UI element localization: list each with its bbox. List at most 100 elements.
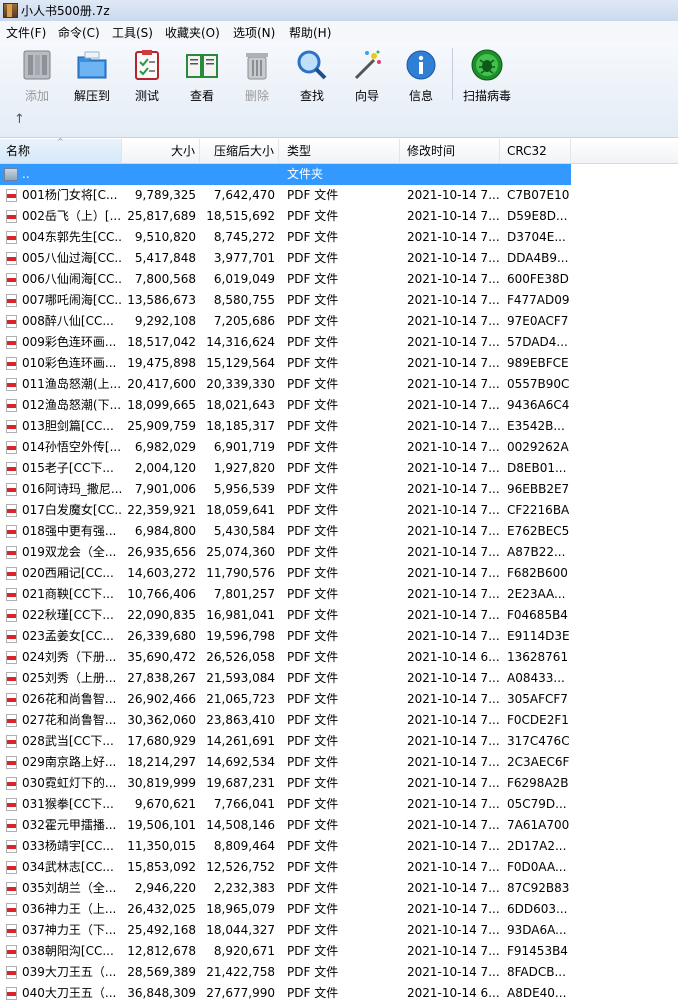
file-row[interactable]: 025刘秀（上册... 27,838,267 21,593,084 PDF 文件 202…	[0, 668, 571, 689]
file-row[interactable]: 016阿诗玛_撒尼... 7,901,006 5,956,539 PDF 文件 2021…	[0, 479, 571, 500]
file-row[interactable]: 014孙悟空外传[... 6,982,029 6,901,719 PDF 文件 2021…	[0, 437, 571, 458]
column-modified[interactable]: 修改时间	[400, 139, 500, 163]
file-row[interactable]: 012渔岛怒潮(下... 18,099,665 18,021,643 PDF 文件 20…	[0, 395, 571, 416]
pdf-file-icon	[6, 735, 17, 748]
file-row[interactable]: 030霓虹灯下的... 30,819,999 19,687,231 PDF 文件 202…	[0, 773, 571, 794]
window-title: 小人书500册.7z	[21, 4, 110, 18]
file-crc32: 7A61A700	[507, 818, 570, 832]
file-row[interactable]: 018强中更有强... 6,984,800 5,430,584 PDF 文件 2021-…	[0, 521, 571, 542]
delete-button[interactable]: 删除	[230, 46, 284, 106]
file-packed-size: 21,065,723	[206, 692, 275, 706]
file-crc32: 2D17A2...	[507, 839, 567, 853]
find-button[interactable]: 查找	[285, 46, 339, 106]
pdf-file-icon	[6, 966, 17, 979]
column-size-label: 大小	[170, 144, 195, 158]
file-row[interactable]: 008醉八仙[CC... 9,292,108 7,205,686 PDF 文件 2021…	[0, 311, 571, 332]
file-row[interactable]: 024刘秀（下册... 35,690,472 26,526,058 PDF 文件 202…	[0, 647, 571, 668]
file-row[interactable]: 036神力王（上... 26,432,025 18,965,079 PDF 文件 202…	[0, 899, 571, 920]
file-row[interactable]: 013胆剑篇[CC... 25,909,759 18,185,317 PDF 文件 20…	[0, 416, 571, 437]
menu-tools[interactable]: 工具(S)	[112, 24, 153, 41]
file-modified: 2021-10-14 7...	[407, 209, 500, 223]
column-size[interactable]: 大小	[122, 139, 200, 163]
view-button[interactable]: 查看	[175, 46, 229, 106]
file-row[interactable]: 022秋瑾[CC下... 22,090,835 16,981,041 PDF 文件 20…	[0, 605, 571, 626]
pdf-file-icon	[6, 483, 17, 496]
file-crc32: D3704E...	[507, 230, 566, 244]
file-name: 005八仙过海[CC...	[22, 251, 122, 265]
column-name[interactable]: 名称 ^	[0, 138, 122, 163]
file-crc32: CF2216BA	[507, 503, 570, 517]
file-modified: 2021-10-14 7...	[407, 797, 500, 811]
wizard-button[interactable]: 向导	[340, 46, 394, 106]
file-crc32: 2C3AEC6F	[507, 755, 570, 769]
file-size: 18,517,042	[127, 335, 196, 349]
menu-commands[interactable]: 命令(C)	[58, 24, 100, 41]
file-row[interactable]: 033杨靖宇[CC... 11,350,015 8,809,464 PDF 文件 202…	[0, 836, 571, 857]
file-row[interactable]: 027花和尚鲁智... 30,362,060 23,863,410 PDF 文件 202…	[0, 710, 571, 731]
file-row[interactable]: 032霍元甲擂播... 19,506,101 14,508,146 PDF 文件 202…	[0, 815, 571, 836]
file-modified: 2021-10-14 7...	[407, 671, 500, 685]
test-label: 测试	[134, 89, 159, 103]
up-folder-arrow-icon[interactable]: ↑	[14, 112, 25, 127]
column-crc32[interactable]: CRC32	[500, 139, 571, 163]
file-row[interactable]: 015老子[CC下... 2,004,120 1,927,820 PDF 文件 2021…	[0, 458, 571, 479]
column-packed-size-label: 压缩后大小	[213, 144, 274, 158]
column-packed-size[interactable]: 压缩后大小	[200, 139, 279, 163]
file-row[interactable]: 009彩色连环画... 18,517,042 14,316,624 PDF 文件 202…	[0, 332, 571, 353]
title-bar: 小人书500册.7z	[0, 0, 678, 22]
file-row[interactable]: 026花和尚鲁智... 26,902,466 21,065,723 PDF 文件 202…	[0, 689, 571, 710]
file-row[interactable]: 028武当[CC下... 17,680,929 14,261,691 PDF 文件 20…	[0, 731, 571, 752]
file-crc32: 13628761	[507, 650, 569, 664]
file-row[interactable]: 038朝阳沟[CC... 12,812,678 8,920,671 PDF 文件 202…	[0, 941, 571, 962]
file-name: 038朝阳沟[CC...	[22, 944, 114, 958]
file-row[interactable]: 023孟姜女[CC... 26,339,680 19,596,798 PDF 文件 20…	[0, 626, 571, 647]
file-modified: 2021-10-14 7...	[407, 923, 500, 937]
file-row[interactable]: 034武林志[CC... 15,853,092 12,526,752 PDF 文件 20…	[0, 857, 571, 878]
file-name: 016阿诗玛_撒尼...	[22, 482, 122, 496]
file-row[interactable]: 031猴拳[CC下... 9,670,621 7,766,041 PDF 文件 2021…	[0, 794, 571, 815]
file-row[interactable]: 007哪吒闹海[CC... 13,586,673 8,580,755 PDF 文件 20…	[0, 290, 571, 311]
file-packed-size: 14,508,146	[206, 818, 275, 832]
file-row[interactable]: 001杨门女将[C... 9,789,325 7,642,470 PDF 文件 2021…	[0, 185, 571, 206]
file-packed-size: 5,956,539	[213, 482, 275, 496]
file-row[interactable]: 004东郭先生[CC... 9,510,820 8,745,272 PDF 文件 202…	[0, 227, 571, 248]
file-row[interactable]: 017白发魔女[CC... 22,359,921 18,059,641 PDF 文件 2…	[0, 500, 571, 521]
file-row[interactable]: 019双龙会（全... 26,935,656 25,074,360 PDF 文件 202…	[0, 542, 571, 563]
file-row[interactable]: 029南京路上好... 18,214,297 14,692,534 PDF 文件 202…	[0, 752, 571, 773]
parent-folder-row[interactable]: .. 文件夹	[0, 164, 571, 185]
toolbar-separator	[452, 48, 453, 100]
add-button[interactable]: 添加	[10, 46, 64, 106]
menu-file[interactable]: 文件(F)	[6, 24, 46, 41]
parent-folder-type: 文件夹	[287, 167, 324, 181]
file-crc32: 600FE38D	[507, 272, 569, 286]
file-row[interactable]: 035刘胡兰（全... 2,946,220 2,232,383 PDF 文件 2021-…	[0, 878, 571, 899]
file-row[interactable]: 020西厢记[CC... 14,603,272 11,790,576 PDF 文件 20…	[0, 563, 571, 584]
file-name: 010彩色连环画...	[22, 356, 117, 370]
menu-help[interactable]: 帮助(H)	[289, 24, 331, 41]
test-button[interactable]: 测试	[120, 46, 174, 106]
file-type: PDF 文件	[287, 377, 339, 391]
file-row[interactable]: 011渔岛怒潮(上... 20,417,600 20,339,330 PDF 文件 20…	[0, 374, 571, 395]
column-type[interactable]: 类型	[279, 139, 400, 163]
info-button[interactable]: 信息	[394, 46, 448, 106]
pdf-file-icon	[6, 504, 17, 517]
file-modified: 2021-10-14 6...	[407, 650, 500, 664]
file-type: PDF 文件	[287, 545, 339, 559]
file-type: PDF 文件	[287, 419, 339, 433]
extract-to-button[interactable]: 解压到	[65, 46, 119, 106]
delete-trash-icon	[246, 53, 268, 80]
file-row[interactable]: 037神力王（下... 25,492,168 18,044,327 PDF 文件 202…	[0, 920, 571, 941]
file-row[interactable]: 039大刀王五（... 28,569,389 21,422,758 PDF 文件 202…	[0, 962, 571, 983]
file-row[interactable]: 021商鞅[CC下... 10,766,406 7,801,257 PDF 文件 202…	[0, 584, 571, 605]
file-row[interactable]: 010彩色连环画... 19,475,898 15,129,564 PDF 文件 202…	[0, 353, 571, 374]
pdf-file-icon	[6, 567, 17, 580]
file-row[interactable]: 002岳飞（上）[... 25,817,689 18,515,692 PDF 文件 20…	[0, 206, 571, 227]
file-row[interactable]: 005八仙过海[CC... 5,417,848 3,977,701 PDF 文件 202…	[0, 248, 571, 269]
file-row[interactable]: 006八仙闹海[CC... 7,800,568 6,019,049 PDF 文件 202…	[0, 269, 571, 290]
scan-virus-button[interactable]: 扫描病毒	[460, 46, 514, 106]
file-row[interactable]: 040大刀王五（... 36,848,309 27,677,990 PDF 文件 202…	[0, 983, 571, 1004]
menu-favorites[interactable]: 收藏夹(O)	[165, 24, 220, 41]
file-type: PDF 文件	[287, 797, 339, 811]
menu-options[interactable]: 选项(N)	[233, 24, 275, 41]
pdf-file-icon	[6, 651, 17, 664]
